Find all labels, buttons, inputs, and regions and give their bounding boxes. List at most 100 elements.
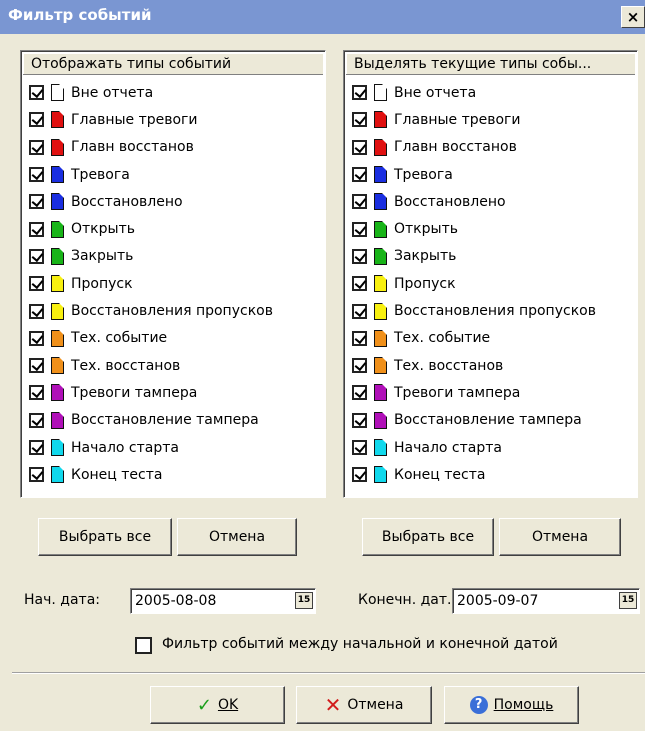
event-type-item[interactable]: Восстановления пропусков [352,297,637,324]
event-type-label: Конец теста [394,466,486,483]
event-type-checkbox[interactable] [29,276,44,292]
date-filter-label[interactable]: Фильтр событий между начальной и конечно… [162,636,558,652]
event-type-label: Тех. восстанов [394,357,504,374]
event-type-item[interactable]: Главные тревоги [29,106,325,133]
event-type-item[interactable]: Закрыть [29,243,325,270]
event-type-label: Восстановления пропусков [71,303,273,320]
event-type-item[interactable]: Тех. событие [352,325,637,352]
event-type-item[interactable]: Тех. событие [29,325,325,352]
event-type-label: Вне отчета [394,84,477,101]
event-color-icon [51,384,64,402]
highlight-event-types-header[interactable]: Выделять текущие типы собы... [346,53,635,75]
event-type-label: Восстановление тампера [71,412,259,429]
event-type-label: Конец теста [71,466,163,483]
calendar-icon[interactable]: 15 [619,592,637,609]
event-type-checkbox[interactable] [352,440,367,455]
event-type-checkbox[interactable] [29,221,44,237]
event-type-checkbox[interactable] [29,358,44,374]
event-type-label: Пропуск [71,275,133,292]
left-cancel-button[interactable]: Отмена [177,518,297,556]
event-type-item[interactable]: Конец теста [29,461,325,488]
event-type-checkbox[interactable] [352,112,367,128]
event-type-checkbox[interactable] [29,467,44,483]
help-button[interactable]: ? Помощь [444,686,579,724]
event-type-item[interactable]: Тревоги тампера [29,379,325,406]
event-type-label: Открыть [71,221,135,238]
event-type-item[interactable]: Открыть [352,215,637,242]
cancel-button[interactable]: ✕ Отмена [296,686,432,724]
event-type-checkbox[interactable] [29,167,44,183]
event-color-icon [374,275,387,293]
event-type-item[interactable]: Конец теста [352,461,637,488]
event-type-checkbox[interactable] [352,139,367,155]
event-type-item[interactable]: Восстановление тампера [352,407,637,434]
event-type-checkbox[interactable] [352,276,367,292]
event-type-item[interactable]: Вне отчета [352,79,637,106]
display-event-types-header[interactable]: Отображать типы событий [23,53,323,75]
event-type-item[interactable]: Вне отчета [29,79,325,106]
event-type-checkbox[interactable] [29,385,44,401]
event-type-item[interactable]: Восстановления пропусков [29,297,325,324]
date-filter-checkbox[interactable] [135,637,152,654]
end-date-field[interactable]: 2005-09-07 15 [452,588,640,614]
event-type-checkbox[interactable] [352,221,367,237]
display-event-types-list: Отображать типы событий Вне отчета Главны… [20,50,326,498]
event-type-item[interactable]: Тревога [352,161,637,188]
event-type-item[interactable]: Закрыть [352,243,637,270]
event-type-label: Главн восстанов [394,139,517,156]
event-color-icon [51,357,64,375]
highlight-event-types-items: Вне отчета Главные тревоги Главн восстанов… [352,79,637,488]
event-type-item[interactable]: Начало старта [352,434,637,461]
event-type-item[interactable]: Главн восстанов [29,134,325,161]
event-type-checkbox[interactable] [352,85,367,101]
event-color-icon [51,275,64,293]
event-type-item[interactable]: Тех. восстанов [352,352,637,379]
event-type-checkbox[interactable] [29,248,44,264]
event-type-item[interactable]: Тревога [29,161,325,188]
event-type-item[interactable]: Восстановление тампера [29,407,325,434]
left-select-all-button[interactable]: Выбрать все [38,518,172,556]
event-type-checkbox[interactable] [29,112,44,128]
event-type-checkbox[interactable] [352,385,367,401]
event-type-checkbox[interactable] [352,194,367,210]
event-type-item[interactable]: Восстановлено [29,188,325,215]
event-type-checkbox[interactable] [352,412,367,428]
event-type-checkbox[interactable] [29,330,44,346]
event-type-checkbox[interactable] [29,194,44,210]
event-type-checkbox[interactable] [352,358,367,374]
right-select-all-button[interactable]: Выбрать все [362,518,494,556]
ok-label: OK [217,697,239,713]
event-type-label: Тревога [394,166,453,183]
event-type-item[interactable]: Главные тревоги [352,106,637,133]
start-date-field[interactable]: 2005-08-08 15 [130,588,316,614]
event-type-checkbox[interactable] [29,440,44,455]
event-type-checkbox[interactable] [29,85,44,101]
event-type-label: Главные тревоги [394,111,521,128]
event-type-item[interactable]: Восстановлено [352,188,637,215]
close-button[interactable]: × [621,6,645,28]
ok-button[interactable]: ✓ OK [150,686,285,724]
event-color-icon [374,220,387,238]
event-color-icon [51,247,64,265]
event-type-item[interactable]: Главн восстанов [352,134,637,161]
event-type-checkbox[interactable] [352,330,367,346]
event-type-label: Закрыть [394,248,457,265]
event-type-item[interactable]: Тех. восстанов [29,352,325,379]
event-type-checkbox[interactable] [352,167,367,183]
event-type-label: Тревоги тампера [394,384,521,401]
event-type-checkbox[interactable] [352,303,367,319]
event-type-checkbox[interactable] [29,303,44,319]
event-type-item[interactable]: Пропуск [29,270,325,297]
event-type-item[interactable]: Начало старта [29,434,325,461]
event-type-checkbox[interactable] [352,467,367,483]
calendar-icon[interactable]: 15 [295,592,313,609]
event-type-item[interactable]: Тревоги тампера [352,379,637,406]
right-cancel-button[interactable]: Отмена [499,518,621,556]
event-color-icon [51,411,64,429]
event-type-item[interactable]: Пропуск [352,270,637,297]
event-type-label: Восстановления пропусков [394,303,596,320]
event-type-checkbox[interactable] [29,412,44,428]
event-type-checkbox[interactable] [352,248,367,264]
event-type-item[interactable]: Открыть [29,215,325,242]
event-type-checkbox[interactable] [29,139,44,155]
